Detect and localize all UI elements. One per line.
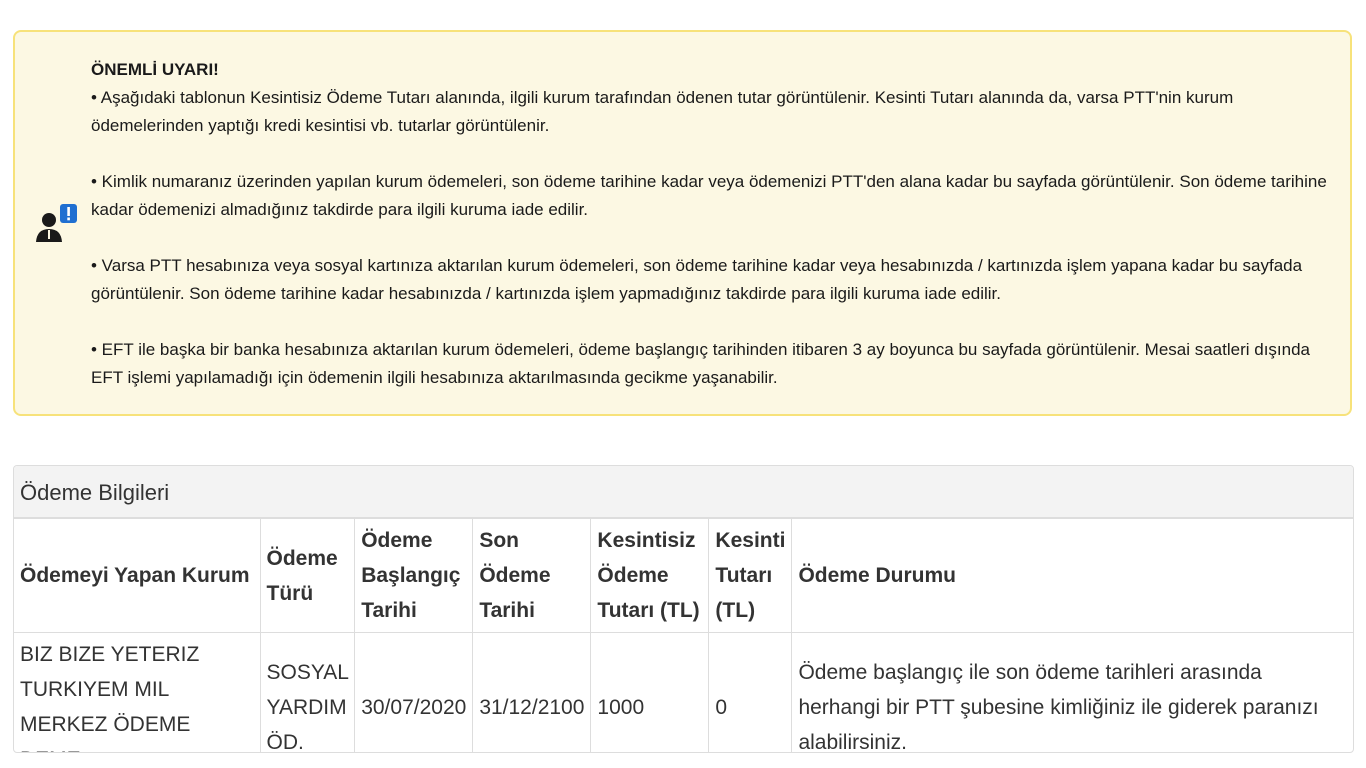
col-gross-amount: Kesintisiz Ödeme Tutarı (TL) xyxy=(590,518,710,633)
warning-title: ÖNEMLİ UYARI! xyxy=(91,60,219,79)
cell-end-date: 31/12/2100 xyxy=(472,632,592,752)
col-institution: Ödemeyi Yapan Kurum xyxy=(14,518,261,633)
payment-info-panel: Ödeme Bilgileri Ödemeyi Yapan Kurum Ödem… xyxy=(13,465,1354,753)
cell-status: Ödeme başlangıç ile son ödeme tarihleri … xyxy=(791,632,1353,752)
col-status: Ödeme Durumu xyxy=(791,518,1353,633)
table-header-row: Ödemeyi Yapan Kurum Ödeme Türü Ödeme Baş… xyxy=(14,518,1353,633)
cell-gross-amount: 1000 xyxy=(590,632,710,752)
cell-start-date: 30/07/2020 xyxy=(354,632,474,752)
panel-heading: Ödeme Bilgileri xyxy=(14,466,1353,518)
payment-table: Ödemeyi Yapan Kurum Ödeme Türü Ödeme Baş… xyxy=(14,518,1353,752)
important-warning-box: ÖNEMLİ UYARI! • Aşağıdaki tablonun Kesin… xyxy=(13,30,1352,416)
user-alert-icon xyxy=(33,202,81,250)
col-end-date: Son Ödeme Tarihi xyxy=(472,518,592,633)
cell-deduction: 0 xyxy=(708,632,793,752)
warning-text: ÖNEMLİ UYARI! • Aşağıdaki tablonun Kesin… xyxy=(91,56,1331,392)
col-payment-type: Ödeme Türü xyxy=(259,518,356,633)
col-deduction: Kesinti Tutarı (TL) xyxy=(708,518,793,633)
cell-institution: BIZ BIZE YETERIZ TURKIYEM MIL MERKEZ ÖDE… xyxy=(14,632,261,752)
warning-paragraph-3: • Varsa PTT hesabınıza veya sosyal kartı… xyxy=(91,256,1303,303)
warning-paragraph-2: • Kimlik numaranız üzerinden yapılan kur… xyxy=(91,172,1327,219)
warning-paragraph-4: • EFT ile başka bir banka hesabınıza akt… xyxy=(91,340,1311,387)
col-start-date: Ödeme Başlangıç Tarihi xyxy=(354,518,474,633)
cell-payment-type: SOSYAL YARDIM ÖD. xyxy=(259,632,356,752)
warning-paragraph-1: • Aşağıdaki tablonun Kesintisiz Ödeme Tu… xyxy=(91,88,1234,135)
table-row: BIZ BIZE YETERIZ TURKIYEM MIL MERKEZ ÖDE… xyxy=(14,632,1353,752)
